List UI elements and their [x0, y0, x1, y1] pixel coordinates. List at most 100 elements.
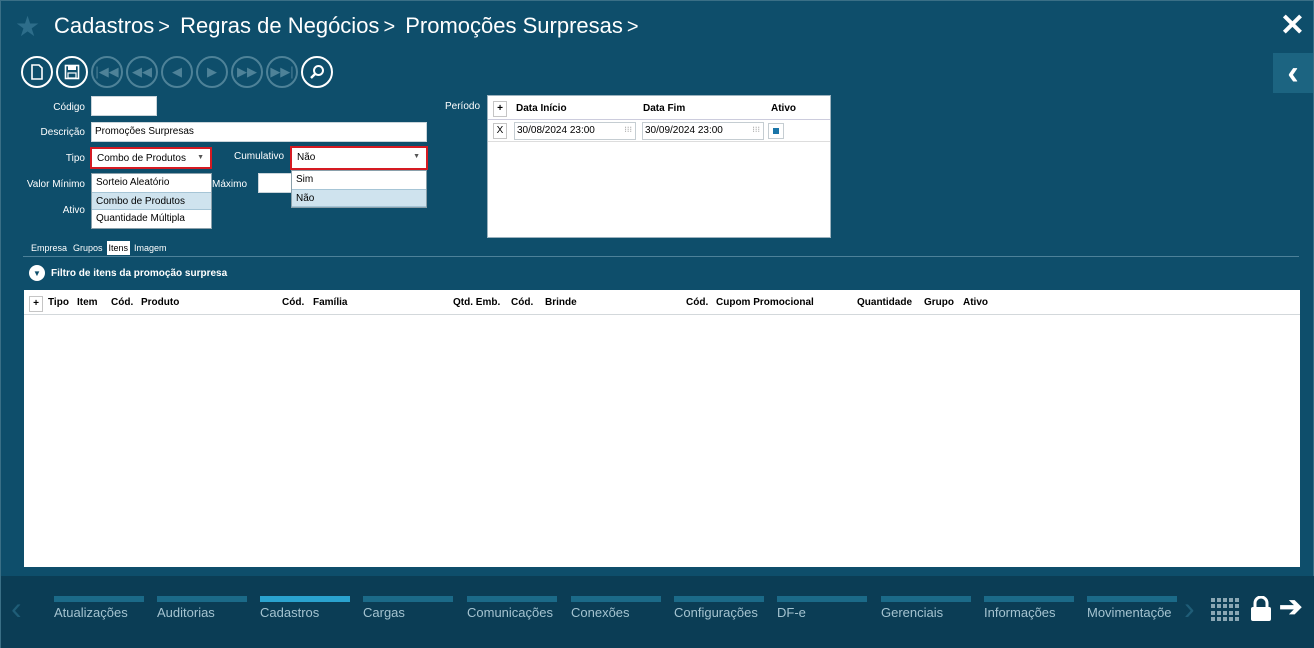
nav-item-auditorias[interactable]: Auditorias: [157, 605, 215, 620]
periodo-label: Período: [445, 101, 481, 112]
nav-indicator: [54, 596, 144, 602]
maximo-field[interactable]: [258, 173, 292, 193]
star-icon[interactable]: ★: [15, 13, 40, 41]
tipo-label: Tipo: [65, 153, 85, 164]
column-header-cupom-promocional[interactable]: Cupom Promocional: [716, 297, 814, 308]
tipo-option[interactable]: Sorteio Aleatório: [92, 174, 211, 192]
calendar-icon[interactable]: ⁝⁝⁝: [624, 125, 632, 134]
column-header-data-inicio[interactable]: Data Início: [516, 103, 567, 114]
data-inicio-input[interactable]: 30/08/2024 23:00 ⁝⁝⁝: [514, 122, 636, 140]
data-fim-input[interactable]: 30/09/2024 23:00 ⁝⁝⁝: [642, 122, 764, 140]
chevron-down-icon: ▼: [197, 154, 204, 161]
column-header-cod-brinde[interactable]: Cód.: [511, 297, 533, 308]
tab-bar: Empresa Grupos Itens Imagem: [29, 241, 169, 255]
breadcrumb-item-regras[interactable]: Regras de Negócios: [180, 13, 379, 38]
chevron-down-icon[interactable]: ▼: [29, 265, 45, 281]
cumulativo-selected-value: Não: [297, 152, 316, 163]
descricao-field[interactable]: Promoções Surpresas: [91, 122, 427, 142]
ativo-checkbox[interactable]: [768, 123, 784, 139]
chevron-left-icon[interactable]: ‹: [1273, 53, 1313, 93]
last-record-icon[interactable]: ▶▶|: [266, 56, 298, 88]
tipo-option[interactable]: Quantidade Múltipla: [92, 210, 211, 228]
new-document-icon[interactable]: [21, 56, 53, 88]
nav-indicator-active: [260, 596, 350, 602]
column-header-produto[interactable]: Produto: [141, 297, 179, 308]
ativo-label: Ativo: [62, 205, 85, 216]
breadcrumb-separator-icon: >: [383, 16, 396, 38]
cumulativo-dropdown-list: Sim Não: [291, 170, 427, 208]
valor-minimo-label: Valor Mínimo: [26, 179, 85, 190]
nav-indicator: [777, 596, 867, 602]
column-header-brinde[interactable]: Brinde: [545, 297, 577, 308]
title-bar: ★ Cadastros > Regras de Negócios > Promoçõ…: [1, 1, 1314, 51]
nav-item-configuracoes[interactable]: Configurações: [674, 605, 758, 620]
previous-page-icon[interactable]: ◀◀: [126, 56, 158, 88]
nav-item-dfe[interactable]: DF-e: [777, 605, 806, 620]
tipo-select[interactable]: Combo de Produtos ▼: [90, 147, 212, 169]
data-inicio-value: 30/08/2024 23:00: [517, 125, 595, 136]
first-record-icon[interactable]: |◀◀: [91, 56, 123, 88]
previous-record-icon[interactable]: ◀: [161, 56, 193, 88]
periodo-header: + Data Início Data Fim Ativo: [488, 96, 830, 120]
cumulativo-select[interactable]: Não ▼: [290, 146, 428, 170]
column-header-item[interactable]: Item: [77, 297, 98, 308]
column-header-cod-produto[interactable]: Cód.: [111, 297, 133, 308]
calendar-icon[interactable]: ⁝⁝⁝: [752, 125, 760, 134]
column-header-grupo[interactable]: Grupo: [924, 297, 954, 308]
chevron-down-icon: ▼: [413, 153, 420, 160]
column-header-cod-familia[interactable]: Cód.: [282, 297, 304, 308]
cumulativo-option[interactable]: Sim: [292, 171, 426, 189]
add-item-button[interactable]: +: [29, 296, 43, 312]
add-periodo-button[interactable]: +: [493, 101, 507, 117]
nav-item-gerenciais[interactable]: Gerenciais: [881, 605, 943, 620]
tab-grupos[interactable]: Grupos: [71, 241, 105, 255]
tab-imagem[interactable]: Imagem: [132, 241, 169, 255]
column-header-familia[interactable]: Família: [313, 297, 347, 308]
column-header-data-fim[interactable]: Data Fim: [643, 103, 685, 114]
lock-icon[interactable]: [1250, 596, 1272, 622]
nav-item-informacoes[interactable]: Informações: [984, 605, 1056, 620]
nav-item-cadastros[interactable]: Cadastros: [260, 605, 319, 620]
app-window: ★ Cadastros > Regras de Negócios > Promoçõ…: [0, 0, 1314, 648]
tipo-option[interactable]: Combo de Produtos: [92, 192, 211, 210]
remove-row-button[interactable]: X: [493, 123, 507, 139]
nav-item-comunicacoes[interactable]: Comunicações: [467, 605, 553, 620]
column-header-tipo[interactable]: Tipo: [48, 297, 69, 308]
tab-empresa[interactable]: Empresa: [29, 241, 69, 255]
tab-itens[interactable]: Itens: [106, 241, 131, 255]
next-record-icon[interactable]: ▶: [196, 56, 228, 88]
itens-grid-header: + Tipo Item Cód. Produto Cód. Família Qt…: [24, 290, 1300, 315]
tab-divider: [23, 256, 1299, 257]
nav-item-cargas[interactable]: Cargas: [363, 605, 405, 620]
nav-item-movimentacoes[interactable]: Movimentaçõe: [1087, 605, 1175, 620]
search-icon[interactable]: [301, 56, 333, 88]
cumulativo-label: Cumulativo: [234, 151, 285, 162]
tipo-selected-value: Combo de Produtos: [97, 153, 186, 164]
breadcrumb-item-promocoes[interactable]: Promoções Surpresas: [405, 13, 623, 38]
nav-indicator: [363, 596, 453, 602]
nav-indicator: [157, 596, 247, 602]
column-header-ativo[interactable]: Ativo: [771, 103, 796, 114]
nav-indicator: [881, 596, 971, 602]
nav-indicator: [1087, 596, 1177, 602]
nav-item-atualizacoes[interactable]: Atualizações: [54, 605, 128, 620]
nav-item-conexoes[interactable]: Conexões: [571, 605, 630, 620]
codigo-field[interactable]: [91, 96, 157, 116]
breadcrumb-separator-icon: >: [626, 16, 639, 38]
maximo-label: Máximo: [212, 179, 248, 190]
save-icon[interactable]: [56, 56, 88, 88]
chevron-left-icon[interactable]: ‹: [11, 590, 22, 627]
next-page-icon[interactable]: ▶▶: [231, 56, 263, 88]
logout-arrow-icon[interactable]: ➔: [1279, 590, 1302, 623]
chevron-right-icon[interactable]: ›: [1184, 590, 1195, 627]
column-header-cod-cupom[interactable]: Cód.: [686, 297, 708, 308]
close-icon[interactable]: ✕: [1280, 11, 1305, 41]
column-header-quantidade[interactable]: Quantidade: [857, 297, 912, 308]
column-header-ativo[interactable]: Ativo: [963, 297, 988, 308]
cumulativo-option[interactable]: Não: [292, 189, 426, 207]
grid-menu-icon[interactable]: [1211, 598, 1239, 622]
filtro-toggle[interactable]: ▼ Filtro de itens da promoção surpresa: [29, 265, 227, 281]
nav-indicator: [674, 596, 764, 602]
breadcrumb-item-cadastros[interactable]: Cadastros: [54, 13, 154, 38]
column-header-qtd-emb[interactable]: Qtd. Emb.: [453, 297, 500, 308]
